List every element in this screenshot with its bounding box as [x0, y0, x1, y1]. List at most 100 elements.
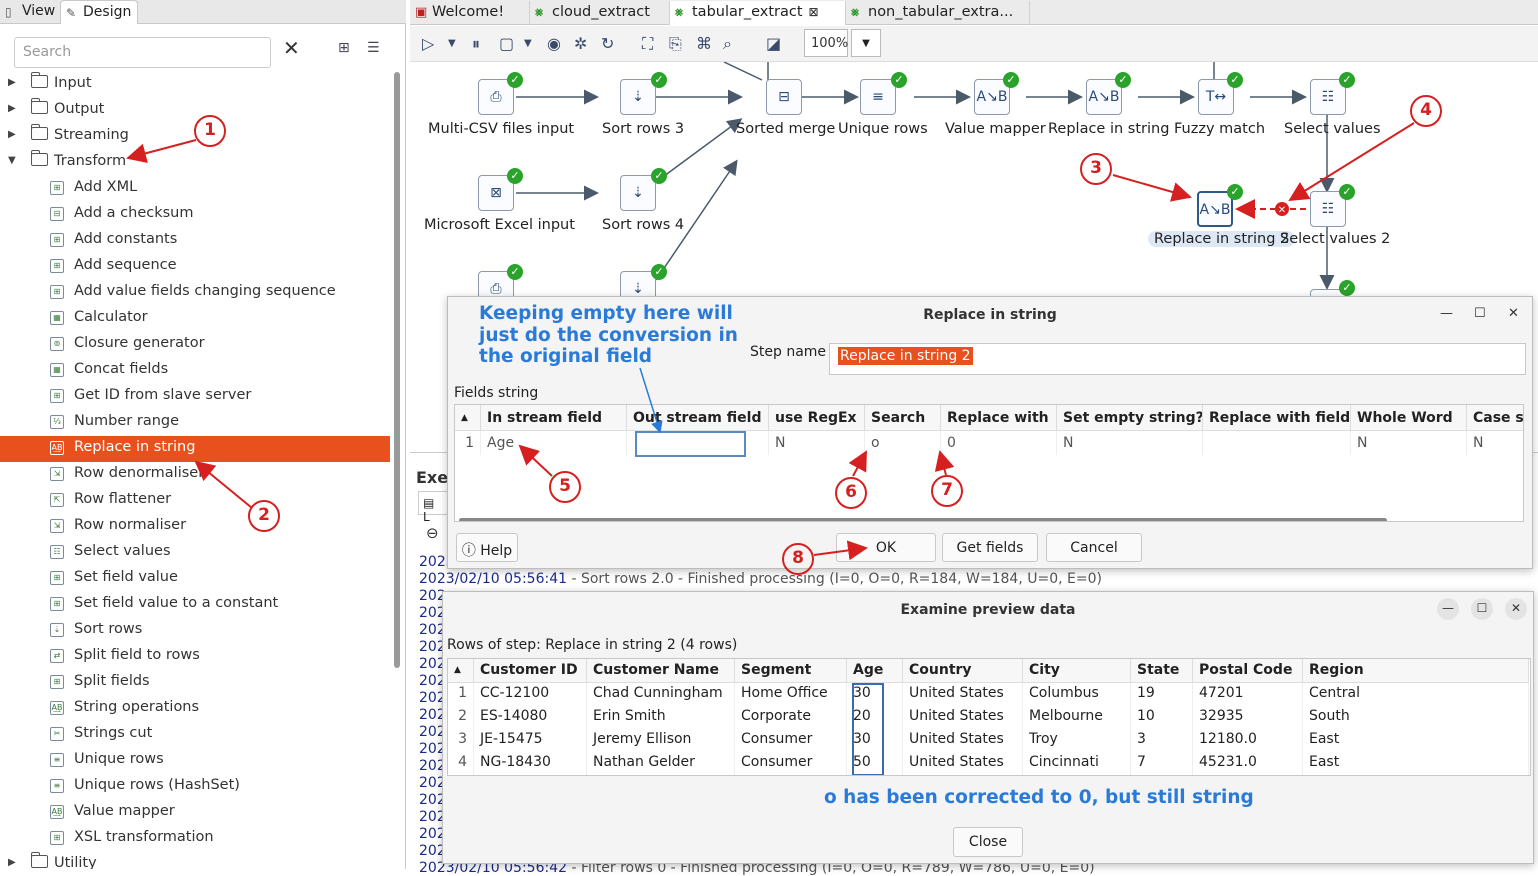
column-header[interactable]: Customer Name	[587, 659, 735, 683]
close-tab-icon[interactable]: ⊠	[809, 5, 819, 19]
grid-cell[interactable]: N	[769, 431, 865, 455]
column-header[interactable]: Region	[1303, 659, 1529, 683]
column-header[interactable]: Replace with field	[1203, 405, 1351, 431]
get-fields-button[interactable]: Get fields	[942, 533, 1038, 562]
tree-item-set-field-value[interactable]: ⊞ Set field value	[0, 566, 390, 592]
column-header[interactable]: City	[1023, 659, 1131, 683]
column-header[interactable]: Case sen	[1467, 405, 1523, 431]
out-stream-field-input[interactable]	[635, 431, 746, 457]
tree-item-unique-rows-hashset[interactable]: ≡ Unique rows (HashSet)	[0, 774, 390, 800]
column-header[interactable]: Out stream field	[627, 405, 769, 431]
tree-item-add-xml[interactable]: ⊞ Add XML	[0, 176, 390, 202]
tree-folder-transform[interactable]: ▼ Transform	[0, 150, 390, 176]
grid-cell[interactable]: Age	[481, 431, 627, 455]
close-button[interactable]: Close	[953, 827, 1023, 857]
log-tab[interactable]: ▤ L	[418, 491, 448, 524]
collapsed-arrow-icon[interactable]: ▶	[8, 129, 16, 140]
tab-tabular-extract[interactable]: ⨳ tabular_extract ⊠	[670, 1, 846, 25]
grid-cell[interactable]: N	[1467, 431, 1523, 455]
tree-item-split-fields[interactable]: ⊞ Split fields	[0, 670, 390, 696]
step-unique-rows[interactable]: ≡	[860, 79, 896, 115]
column-header[interactable]: In stream field	[481, 405, 627, 431]
close-icon[interactable]: ✕	[1508, 306, 1519, 321]
column-header[interactable]: Age	[847, 659, 903, 683]
zoom-input[interactable]: 100%	[804, 29, 848, 57]
pause-icon[interactable]: ⏸	[472, 34, 480, 54]
preview-icon[interactable]: ◉	[547, 34, 561, 53]
tree-item-xsl-transformation[interactable]: ⊞ XSL transformation	[0, 826, 390, 852]
run-options-icon[interactable]: ▼	[448, 38, 456, 49]
stop-icon[interactable]: ▢	[499, 34, 514, 53]
zoom-dropdown[interactable]: ▼	[851, 29, 881, 57]
grid-horizontal-scrollbar[interactable]	[459, 518, 1387, 521]
step-sort-rows-4[interactable]: ⇣	[620, 175, 656, 211]
help-button[interactable]: ⓘ Help	[456, 533, 518, 562]
grid-cell[interactable]: o	[865, 431, 941, 455]
tree-item-add-value-fields-changing-sequence[interactable]: ⊞ Add value fields changing sequence	[0, 280, 390, 306]
debug-icon[interactable]: ✲	[574, 34, 587, 53]
tree-scrollbar[interactable]	[394, 72, 400, 668]
show-results-icon[interactable]: ◪	[766, 34, 781, 53]
tree-item-closure-generator[interactable]: ⊚ Closure generator	[0, 332, 390, 358]
collapsed-arrow-icon[interactable]: ▶	[8, 103, 16, 114]
column-header[interactable]: Whole Word	[1351, 405, 1467, 431]
explore-db-icon[interactable]: ⌕	[723, 34, 732, 54]
verify-icon[interactable]: ⛶	[642, 34, 653, 54]
tab-non-tabular-extract[interactable]: ⨳ non_tabular_extra...	[846, 1, 1030, 25]
tree-item-set-field-value-to-a-constant[interactable]: ⊞ Set field value to a constant	[0, 592, 390, 618]
tree-item-add-sequence[interactable]: ⊞ Add sequence	[0, 254, 390, 280]
grid-cell[interactable]: N	[1057, 431, 1203, 455]
search-input[interactable]: Search	[14, 37, 271, 68]
maximize-icon[interactable]: ☐	[1471, 598, 1493, 620]
tree-item-string-operations[interactable]: A͢B String operations	[0, 696, 390, 722]
tree-item-get-id-from-slave-server[interactable]: ⊞ Get ID from slave server	[0, 384, 390, 410]
grid-cell[interactable]: N	[1351, 431, 1467, 455]
impact-icon[interactable]: ⎘	[669, 34, 682, 54]
sort-icon[interactable]: ▲	[455, 405, 481, 431]
collapsed-arrow-icon[interactable]: ▶	[8, 857, 16, 868]
column-header[interactable]: State	[1131, 659, 1193, 683]
sort-icon[interactable]: ▲	[448, 659, 474, 683]
tab-cloud-extract[interactable]: ⨳ cloud_extract	[530, 1, 670, 25]
tree-folder-output[interactable]: ▶ Output	[0, 98, 390, 124]
step-sorted-merge[interactable]: ⊟	[766, 79, 802, 115]
step-name-input[interactable]: Replace in string 2	[829, 343, 1526, 375]
maximize-icon[interactable]: ☐	[1474, 306, 1486, 321]
tree-item-add-a-checksum[interactable]: ⊟ Add a checksum	[0, 202, 390, 228]
tree-item-row-flattener[interactable]: ⇱ Row flattener	[0, 488, 390, 514]
collapse-tree-icon[interactable]: ☰	[367, 40, 380, 56]
column-header[interactable]: Replace with	[941, 405, 1057, 431]
ok-button[interactable]: OK	[836, 533, 936, 562]
column-header[interactable]: Customer ID	[474, 659, 587, 683]
run-icon[interactable]: ▷	[422, 34, 434, 53]
stop-options-icon[interactable]: ▼	[524, 38, 532, 49]
tree-item-value-mapper[interactable]: A͢B Value mapper	[0, 800, 390, 826]
column-header[interactable]: Set empty string?	[1057, 405, 1203, 431]
column-header[interactable]: use RegEx	[769, 405, 865, 431]
tab-view[interactable]: ▯ View	[0, 0, 61, 24]
sql-icon[interactable]: ⌘	[696, 34, 712, 53]
clear-search-icon[interactable]: ✕	[283, 36, 300, 60]
tree-item-row-normaliser[interactable]: ⇲ Row normaliser	[0, 514, 390, 540]
grid-cell[interactable]: 0	[941, 431, 1057, 455]
clear-log-icon[interactable]: ⊖	[426, 524, 439, 542]
column-header[interactable]: Search	[865, 405, 941, 431]
tree-item-row-denormaliser[interactable]: ⇲ Row denormaliser	[0, 462, 390, 488]
collapsed-arrow-icon[interactable]: ▶	[8, 77, 16, 88]
step-sort-rows-3[interactable]: ⇣	[620, 79, 656, 115]
close-icon[interactable]: ✕	[1505, 598, 1527, 620]
cancel-button[interactable]: Cancel	[1046, 533, 1142, 562]
minimize-icon[interactable]: —	[1440, 306, 1453, 321]
grid-cell[interactable]	[1203, 431, 1351, 455]
expanded-arrow-icon[interactable]: ▼	[8, 155, 16, 166]
expand-tree-icon[interactable]: ⊞	[338, 40, 350, 56]
column-header[interactable]: Postal Code	[1193, 659, 1303, 683]
tree-item-add-constants[interactable]: ⊞ Add constants	[0, 228, 390, 254]
tree-item-select-values[interactable]: ☷ Select values	[0, 540, 390, 566]
tree-item-replace-in-string[interactable]: A͢B Replace in string	[0, 436, 390, 462]
tree-item-strings-cut[interactable]: ✂ Strings cut	[0, 722, 390, 748]
minimize-icon[interactable]: —	[1437, 598, 1459, 620]
tab-welcome[interactable]: ▣ Welcome!	[410, 1, 530, 25]
tree-item-number-range[interactable]: ⅓ Number range	[0, 410, 390, 436]
column-header[interactable]: Country	[903, 659, 1023, 683]
